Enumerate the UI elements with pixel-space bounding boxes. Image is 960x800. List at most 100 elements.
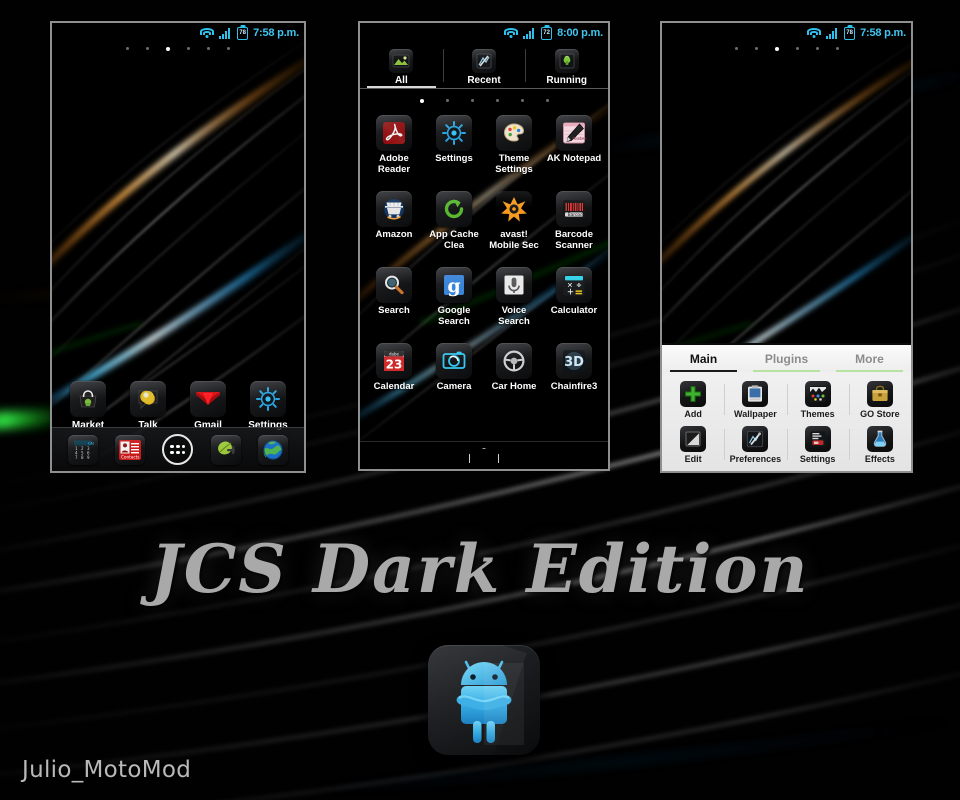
home-icon[interactable] [469,448,499,463]
home-app-market[interactable]: Market [62,381,114,431]
phone-go-launcher-menu: 78 7:58 p.m. Main Plugins More Add Wallp… [660,21,913,473]
drawer-app-car-home[interactable]: Car Home [486,343,542,393]
go-menu-label: Wallpaper [734,409,777,419]
android-mascot-icon [428,645,540,755]
themes-icon [804,381,831,407]
drawer-app-chainfire3d[interactable]: 3D Chainfire3 [546,343,602,393]
go-menu-label: Effects [864,454,895,464]
go-menu-label: GO Store [860,409,900,419]
drawer-app-app-cache-cleaner[interactable]: App Cache Clea [426,191,482,251]
add-icon [680,381,707,407]
drawer-page-dots [360,99,608,103]
go-menu-add[interactable]: Add [662,377,724,422]
status-clock: 7:58 p.m. [860,27,906,39]
drawer-app-label: Theme Settings [495,153,533,175]
go-tab-main[interactable]: Main [662,345,745,372]
browser-icon[interactable] [258,434,289,465]
contacts-icon[interactable]: Contacts [115,434,146,465]
wifi-icon [807,27,822,39]
svg-text:9: 9 [87,455,90,460]
drawer-row: dabe 23 Calendar Camera Car Home 3D Chai… [360,343,608,393]
drawer-app-camera[interactable]: Camera [426,343,482,393]
go-menu-tab-bar: Main Plugins More [662,345,911,372]
tab-label: All [394,75,408,86]
battery-level: 78 [846,30,853,36]
gmail-icon [190,381,226,417]
calendar-date-badge: 23 [386,357,403,371]
calendar-icon: dabe 23 [376,343,412,379]
drawer-app-label: Voice Search [498,305,530,327]
go-menu-preferences[interactable]: Preferences [724,422,786,467]
go-menu-edit[interactable]: Edit [662,422,724,467]
drawer-app-amazon[interactable]: Amazon [366,191,422,251]
svg-text:Barcode: Barcode [568,212,586,218]
go-menu-row: Edit Preferences Settings Effects [662,422,911,467]
battery-icon: 78 [844,26,856,40]
go-menu-wallpaper[interactable]: Wallpaper [724,377,786,422]
battery-level: 78 [239,30,246,36]
avast-icon [496,191,532,227]
home-app-talk[interactable]: Talk [122,381,174,431]
go-tab-label: Main [689,351,718,366]
go-menu-label: Edit [684,454,702,464]
status-bar: 78 7:58 p.m. [52,23,304,43]
drawer-app-label: Settings [435,153,473,164]
tab-running[interactable]: Running [525,43,608,88]
go-tab-plugins[interactable]: Plugins [745,345,828,372]
battery-icon: 72 [541,26,553,40]
drawer-app-google-search[interactable]: g Google Search [426,267,482,327]
drawer-app-calendar[interactable]: dabe 23 Calendar [366,343,422,393]
tab-recent[interactable]: Recent [442,43,526,88]
drawer-app-avast[interactable]: avast! Mobile Sec [486,191,542,251]
google-search-icon: g [436,267,472,303]
drawer-app-grid: Adobe Reader Settings Theme Settings Not… [360,91,608,441]
settings-icon [250,381,286,417]
drawer-app-label: AK Notepad [546,153,602,164]
drawer-app-label: avast! Mobile Sec [489,229,539,251]
go-menu-settings[interactable]: Settings [786,422,849,467]
drawer-tab-bar: All Recent Running [360,43,608,88]
drawer-app-adobe-reader[interactable]: Adobe Reader [366,115,422,175]
signal-icon [826,27,839,39]
messaging-icon[interactable] [210,434,241,465]
go-menu-label: Themes [800,409,835,419]
svg-text:8: 8 [81,455,84,460]
dialer-icon[interactable]: CALL 123 456 789 [67,434,98,465]
home-app-settings[interactable]: Settings [242,381,294,431]
phone-app-drawer: 72 8:00 p.m. All Recent Running Adobe Re… [358,21,610,471]
search-icon [376,267,412,303]
market-icon [70,381,106,417]
preferences-icon [742,426,769,452]
go-menu-effects[interactable]: Effects [848,422,911,467]
drawer-row: Adobe Reader Settings Theme Settings Not… [360,115,608,175]
svg-text:÷: ÷ [576,281,582,289]
amazon-icon [376,191,412,227]
drawer-app-search[interactable]: Search [366,267,422,327]
home-app-gmail[interactable]: Gmail [182,381,234,431]
drawer-app-theme-settings[interactable]: Theme Settings [486,115,542,175]
drawer-row: Search g Google Search Voice Search ✕ ÷ … [360,267,608,327]
drawer-row: Amazon App Cache Clea avast! Mobile Sec … [360,191,608,251]
drawer-app-label: Calculator [550,305,598,316]
go-menu-grid: Add Wallpaper Themes GO Store Edit Prefe… [662,372,911,471]
drawer-app-label: Camera [436,381,472,392]
drawer-app-calculator[interactable]: ✕ ÷ ＋ Calculator [546,267,602,327]
camera-icon [436,343,472,379]
go-tab-label: Plugins [764,351,809,366]
chainfire3d-icon: 3D [556,343,592,379]
tab-all[interactable]: All [360,43,443,88]
go-menu-row: Add Wallpaper Themes GO Store [662,377,911,422]
drawer-app-label: Car Home [491,381,537,392]
svg-text:＋: ＋ [567,288,574,296]
drawer-app-settings[interactable]: Settings [426,115,482,175]
go-menu-themes[interactable]: Themes [786,377,849,422]
drawer-app-barcode-scanner[interactable]: Barcode Barcode Scanner [546,191,602,251]
wifi-icon [504,27,519,39]
app-drawer-icon[interactable] [162,434,194,465]
go-tab-more[interactable]: More [828,345,911,372]
status-clock: 8:00 p.m. [557,27,603,39]
drawer-app-voice-search[interactable]: Voice Search [486,267,542,327]
go-menu-go-store[interactable]: GO Store [848,377,911,422]
page-indicator-dots [52,47,304,51]
drawer-app-ak-notepad[interactable]: Notes AK Notepad [546,115,602,175]
